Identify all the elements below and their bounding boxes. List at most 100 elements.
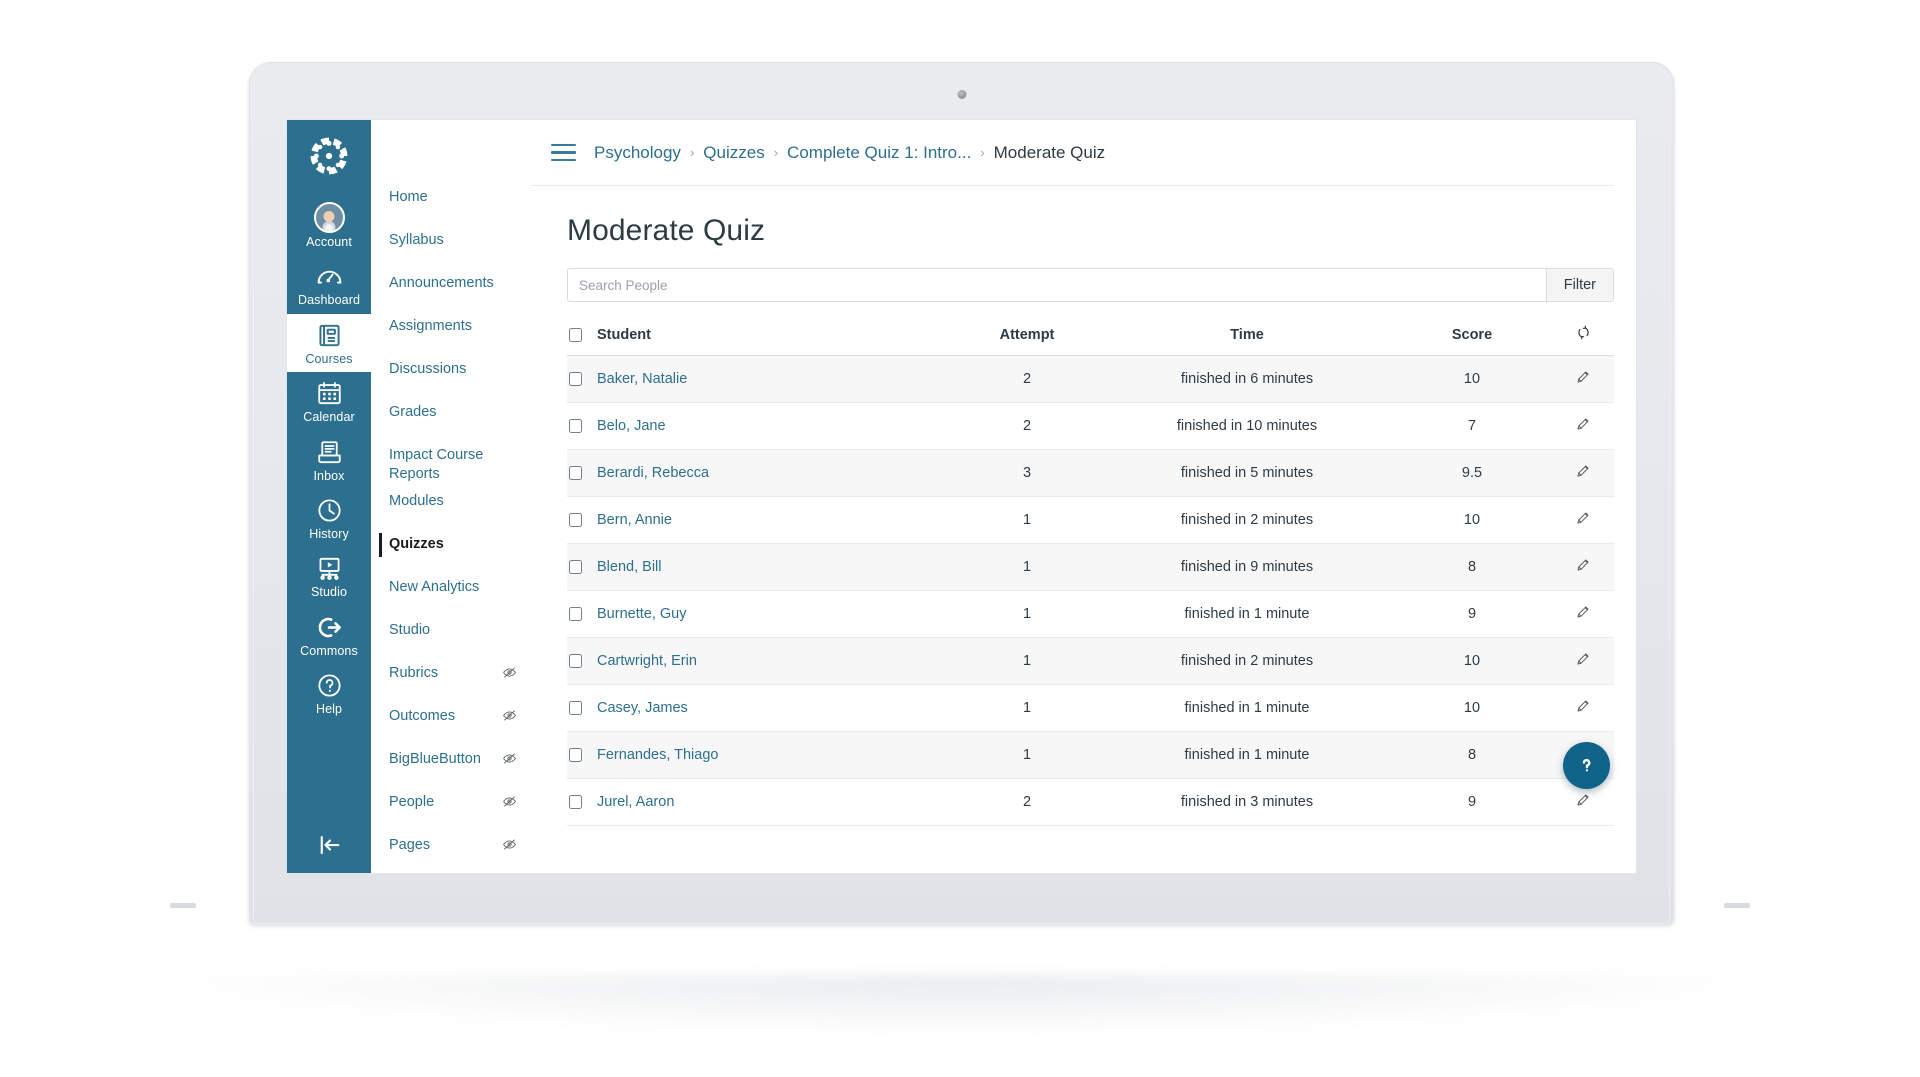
checkbox-unchecked-icon[interactable]: [569, 607, 582, 621]
pencil-icon[interactable]: [1575, 702, 1591, 718]
time-cell: finished in 1 minute: [1102, 685, 1392, 732]
student-link[interactable]: Casey, James: [597, 700, 688, 716]
table-row[interactable]: Burnette, Guy 1 finished in 1 minute 9: [567, 591, 1614, 638]
checkbox-unchecked-icon[interactable]: [569, 654, 582, 668]
sidebar-item-courses[interactable]: Courses: [287, 314, 371, 372]
sidebar-item-label: Commons: [300, 644, 358, 658]
inbox-icon: [315, 438, 344, 467]
sidebar-item-history[interactable]: History: [287, 489, 371, 547]
filter-button[interactable]: Filter: [1546, 268, 1614, 302]
column-header-student[interactable]: Student: [597, 325, 952, 356]
course-nav-item-studio[interactable]: Studio: [371, 619, 531, 655]
collapse-left-icon[interactable]: [287, 817, 371, 873]
table-row[interactable]: Fernandes, Thiago 1 finished in 1 minute…: [567, 732, 1614, 779]
pencil-icon[interactable]: [1575, 420, 1591, 436]
refresh-icon[interactable]: [1576, 328, 1591, 344]
checkbox-unchecked-icon[interactable]: [569, 560, 582, 574]
hamburger-icon[interactable]: [551, 139, 576, 166]
checkbox-unchecked-icon[interactable]: [569, 419, 582, 433]
course-nav-item-bigbluebutton[interactable]: BigBlueButton: [371, 748, 531, 784]
course-nav-item-pages[interactable]: Pages: [371, 834, 531, 870]
course-nav-item-new-analytics[interactable]: New Analytics: [371, 576, 531, 612]
pencil-icon[interactable]: [1575, 796, 1591, 812]
course-nav-item-outcomes[interactable]: Outcomes: [371, 705, 531, 741]
table-row[interactable]: Belo, Jane 2 finished in 10 minutes 7: [567, 403, 1614, 450]
checkbox-unchecked-icon[interactable]: [569, 328, 582, 342]
course-nav-item-home[interactable]: Home: [371, 186, 531, 222]
sidebar-item-label: History: [309, 527, 349, 541]
table-row[interactable]: Berardi, Rebecca 3 finished in 5 minutes…: [567, 450, 1614, 497]
breadcrumb-item-quizzes[interactable]: Quizzes: [703, 143, 764, 163]
course-nav-item-modules[interactable]: Modules: [371, 490, 531, 526]
time-cell: finished in 1 minute: [1102, 732, 1392, 779]
checkbox-unchecked-icon[interactable]: [569, 795, 582, 809]
course-nav-item-rubrics[interactable]: Rubrics: [371, 662, 531, 698]
checkbox-unchecked-icon[interactable]: [569, 513, 582, 527]
table-row[interactable]: Blend, Bill 1 finished in 9 minutes 8: [567, 544, 1614, 591]
checkbox-unchecked-icon[interactable]: [569, 701, 582, 715]
sidebar-item-dashboard[interactable]: Dashboard: [287, 255, 371, 313]
row-action-cell: [1552, 403, 1614, 450]
sidebar-item-commons[interactable]: Commons: [287, 606, 371, 664]
time-cell: finished in 2 minutes: [1102, 497, 1392, 544]
sidebar-item-account[interactable]: Account: [287, 195, 371, 255]
pencil-icon[interactable]: [1575, 373, 1591, 389]
table-row[interactable]: Casey, James 1 finished in 1 minute 10: [567, 685, 1614, 732]
row-action-cell: [1552, 685, 1614, 732]
breadcrumb-item-complete-quiz[interactable]: Complete Quiz 1: Intro...: [787, 143, 971, 163]
pencil-icon[interactable]: [1575, 467, 1591, 483]
student-link[interactable]: Burnette, Guy: [597, 606, 686, 622]
student-link[interactable]: Cartwright, Erin: [597, 653, 697, 669]
sidebar-item-calendar[interactable]: Calendar: [287, 372, 371, 430]
course-nav-label: Rubrics: [389, 662, 438, 683]
student-link[interactable]: Belo, Jane: [597, 418, 666, 434]
student-link[interactable]: Jurel, Aaron: [597, 794, 674, 810]
attempt-cell: 1: [952, 591, 1102, 638]
pencil-icon[interactable]: [1575, 655, 1591, 671]
table-row[interactable]: Baker, Natalie 2 finished in 6 minutes 1…: [567, 356, 1614, 403]
pencil-icon[interactable]: [1575, 561, 1591, 577]
course-nav-item-announcements[interactable]: Announcements: [371, 272, 531, 308]
clock-icon: [315, 496, 344, 525]
sidebar-item-inbox[interactable]: Inbox: [287, 431, 371, 489]
pencil-icon[interactable]: [1575, 514, 1591, 530]
column-header-time[interactable]: Time: [1102, 325, 1392, 356]
column-header-attempt[interactable]: Attempt: [952, 325, 1102, 356]
eye-off-icon: [502, 837, 517, 857]
student-link[interactable]: Fernandes, Thiago: [597, 747, 718, 763]
sidebar-item-studio[interactable]: Studio: [287, 547, 371, 605]
student-link[interactable]: Bern, Annie: [597, 512, 672, 528]
score-cell: 10: [1392, 685, 1552, 732]
sidebar-item-help[interactable]: Help: [287, 664, 371, 722]
checkbox-unchecked-icon[interactable]: [569, 372, 582, 386]
course-nav-item-syllabus[interactable]: Syllabus: [371, 229, 531, 265]
student-cell: Blend, Bill: [597, 544, 952, 591]
breadcrumb-item-psychology[interactable]: Psychology: [594, 143, 681, 163]
search-input[interactable]: [567, 268, 1546, 302]
course-nav-item-quizzes[interactable]: Quizzes: [371, 533, 531, 569]
course-nav-item-assignments[interactable]: Assignments: [371, 315, 531, 351]
course-nav-item-grades[interactable]: Grades: [371, 401, 531, 437]
course-nav-item-impact-course-reports[interactable]: Impact Course Reports: [371, 444, 531, 483]
pencil-icon[interactable]: [1575, 608, 1591, 624]
checkbox-unchecked-icon[interactable]: [569, 748, 582, 762]
table-row[interactable]: Bern, Annie 1 finished in 2 minutes 10: [567, 497, 1614, 544]
canvas-logo-icon[interactable]: [309, 136, 349, 181]
table-row[interactable]: Jurel, Aaron 2 finished in 3 minutes 9: [567, 779, 1614, 826]
webcam-icon: [957, 90, 966, 99]
checkbox-unchecked-icon[interactable]: [569, 466, 582, 480]
breadcrumb: Psychology › Quizzes › Complete Quiz 1: …: [594, 143, 1105, 163]
eye-off-icon: [502, 708, 517, 728]
calendar-icon: [315, 379, 344, 408]
course-nav-label: Quizzes: [389, 533, 444, 554]
table-row[interactable]: Cartwright, Erin 1 finished in 2 minutes…: [567, 638, 1614, 685]
student-link[interactable]: Blend, Bill: [597, 559, 661, 575]
student-link[interactable]: Berardi, Rebecca: [597, 465, 709, 481]
row-select-cell: [567, 779, 597, 826]
course-nav-item-discussions[interactable]: Discussions: [371, 358, 531, 394]
column-header-score[interactable]: Score: [1392, 325, 1552, 356]
help-floating-button[interactable]: [1563, 742, 1610, 789]
student-link[interactable]: Baker, Natalie: [597, 371, 687, 387]
time-cell: finished in 2 minutes: [1102, 638, 1392, 685]
course-nav-item-people[interactable]: People: [371, 791, 531, 827]
